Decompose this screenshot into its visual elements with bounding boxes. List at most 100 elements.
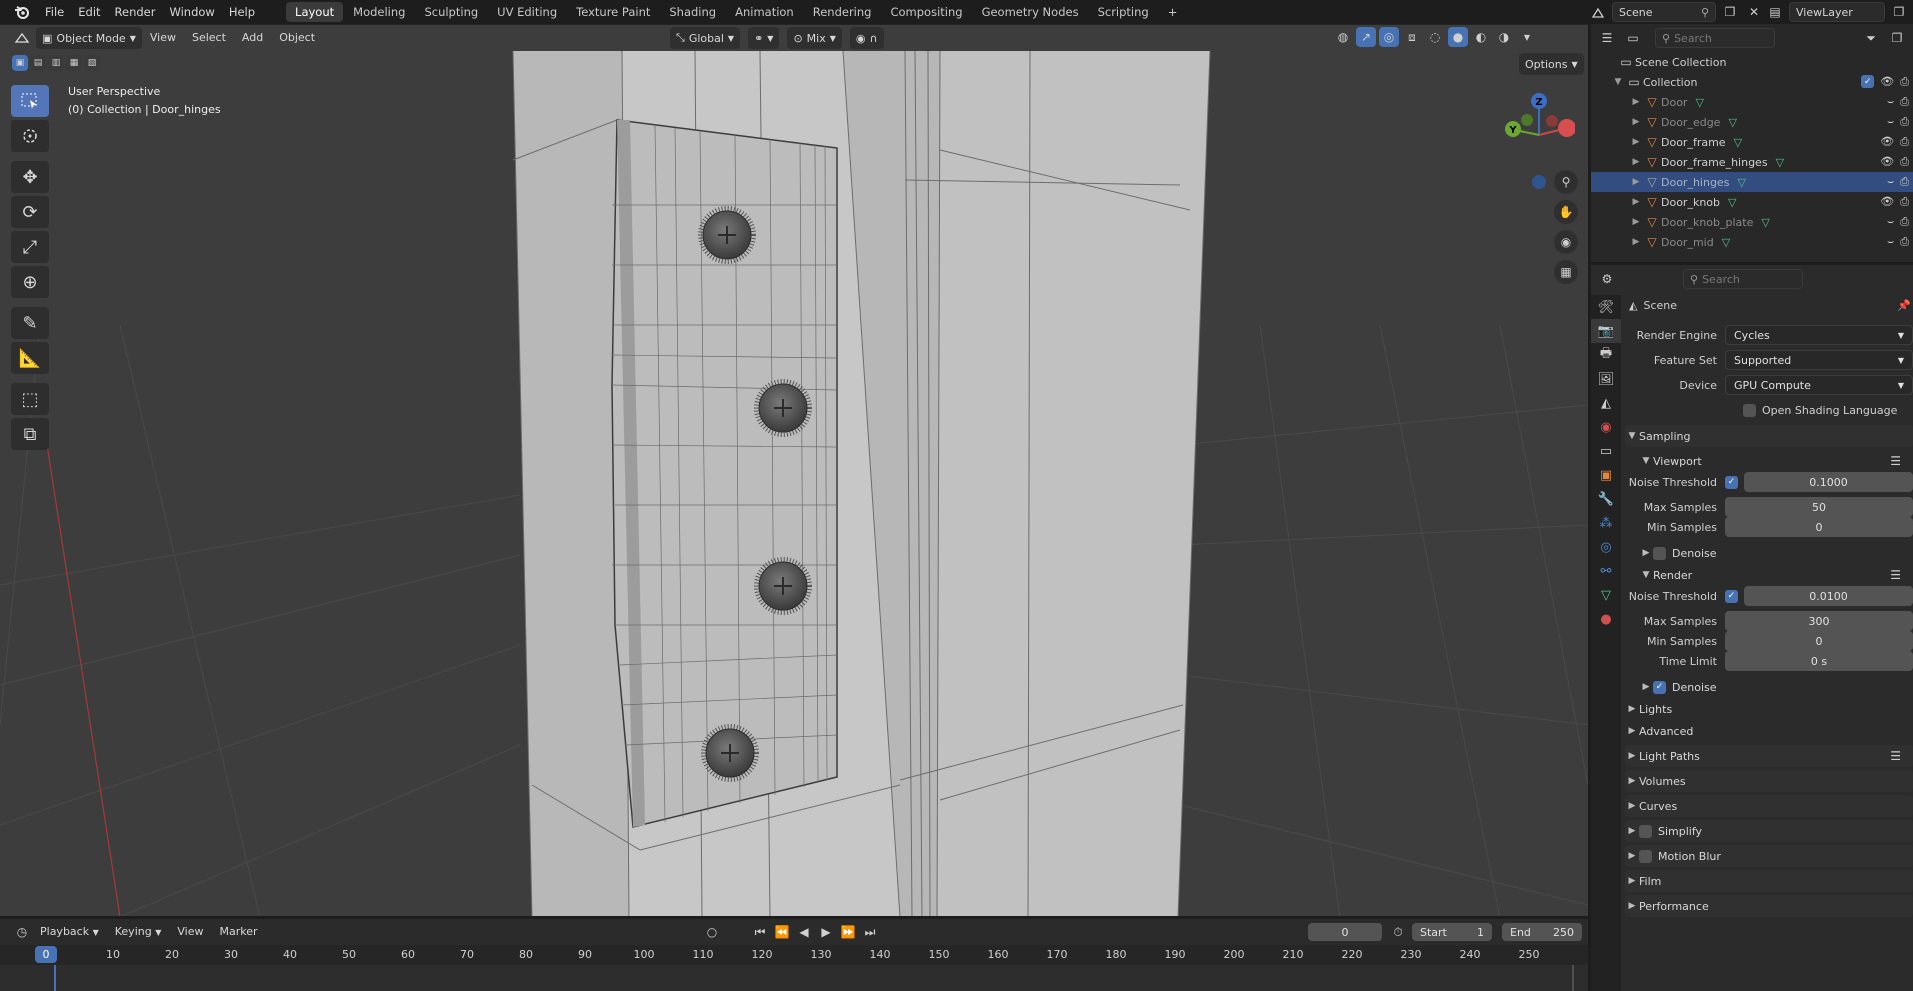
r-noise-threshold-field[interactable]: 0.0100 [1744,586,1913,606]
outliner-item-door-frame[interactable]: ▶ ▽ Door_frame ▽ 👁 ⎙ [1591,132,1913,152]
tab-modeling[interactable]: Modeling [344,2,414,22]
viewlayer-icon[interactable]: ▤ [1765,2,1785,22]
camera-icon[interactable]: ⎙ [1900,135,1909,149]
properties-search-field[interactable]: ⚲ Search [1683,269,1803,289]
volumes-panel-header[interactable]: ▶ Volumes [1625,770,1913,792]
collection-tab-icon[interactable]: ▭ [1591,439,1621,463]
editor-type-icon[interactable] [12,28,32,48]
outliner-editor-icon[interactable]: ☰ [1597,28,1617,48]
camera-icon[interactable]: ⎙ [1900,115,1909,129]
particles-tab-icon[interactable]: ⁂ [1591,511,1621,535]
jump-start-icon[interactable]: ⏮ [750,922,770,942]
add-cube-tool[interactable]: ⬚ [11,383,49,415]
film-panel-header[interactable]: ▶ Film [1625,870,1913,892]
camera-icon[interactable]: ⎙ [1900,175,1909,189]
presets-list-icon[interactable]: ☰ [1890,454,1901,468]
stopwatch-icon[interactable]: ⏱ [1388,922,1408,942]
wireframe-shading-icon[interactable]: ◌ [1425,27,1445,47]
tab-animation[interactable]: Animation [726,2,803,22]
camera-icon[interactable]: ⎙ [1900,235,1909,249]
select-extend-icon[interactable]: ▤ [30,55,46,71]
expand-right-icon[interactable]: ▶ [1629,137,1643,147]
properties-editor-icon[interactable]: ⚙ [1597,269,1617,289]
r-time-limit-field[interactable]: 0 s [1725,651,1913,671]
tab-shading[interactable]: Shading [660,2,725,22]
simplify-panel-header[interactable]: ▶ Simplify [1625,820,1913,842]
r-min-samples-field[interactable]: 0 [1725,631,1913,651]
expand-right-icon[interactable]: ▶ [1629,197,1643,207]
vp-noise-threshold-checkbox[interactable]: ✓ [1725,475,1738,489]
camera-icon[interactable]: ⎙ [1900,95,1909,109]
tab-layout[interactable]: Layout [286,2,344,22]
r-noise-threshold-checkbox[interactable]: ✓ [1725,589,1738,603]
expand-right-icon[interactable]: ▶ [1629,157,1643,167]
start-frame-field[interactable]: Start 1 [1412,923,1492,941]
output-tab-icon[interactable]: 🖶 [1591,343,1621,367]
new-viewlayer-icon[interactable]: ❐ [1889,2,1909,22]
timeline-tracks[interactable] [0,965,1588,991]
motion-blur-checkbox[interactable] [1639,849,1652,863]
menu-render[interactable]: Render [108,0,163,24]
curves-panel-header[interactable]: ▶ Curves [1625,795,1913,817]
collection-row[interactable]: ▼ ▭ Collection ✓ 👁 ⎙ [1591,72,1913,92]
viewlayer-name-field[interactable]: ViewLayer [1789,2,1885,22]
eye-closed-icon[interactable]: ⌣ [1887,215,1894,229]
outliner-item-door-hinges[interactable]: ▶ ▽ Door_hinges ▽ ⌣ ⎙ [1591,172,1913,192]
viewport-scene[interactable] [0,25,1588,916]
menu-timeline-view[interactable]: View [169,921,211,943]
tab-geometry-nodes[interactable]: Geometry Nodes [973,2,1088,22]
scene-icon[interactable] [1588,2,1608,22]
tab-sculpting[interactable]: Sculpting [415,2,487,22]
modifier-tab-icon[interactable]: 🔧 [1591,487,1621,511]
play-reverse-icon[interactable]: ◀ [794,922,814,942]
xray-icon[interactable]: ⧈ [1402,27,1422,47]
motion-blur-panel-header[interactable]: ▶ Motion Blur [1625,845,1913,867]
view-layer-tab-icon[interactable]: 🖼 [1591,367,1621,391]
mesh-data-icon[interactable]: ▽ [1728,116,1736,129]
r-denoise-subpanel-header[interactable]: ▶ ✓ Denoise [1625,676,1913,698]
tool-tab-icon[interactable]: 🛠 [1591,295,1621,319]
outliner-item-door[interactable]: ▶ ▽ Door ▽ ⌣ ⎙ [1591,92,1913,112]
eye-icon[interactable]: 👁 [1880,135,1894,149]
playhead[interactable]: 0 [35,946,57,963]
menu-add[interactable]: Add [234,27,271,49]
outliner-item-door-mid[interactable]: ▶ ▽ Door_mid ▽ ⌣ ⎙ [1591,232,1913,252]
expand-right-icon[interactable]: ▶ [1629,237,1643,247]
lights-subpanel-header[interactable]: ▶ Lights [1625,698,1913,720]
menu-keying[interactable]: Keying ▼ [107,921,170,944]
cursor-tool[interactable] [11,120,49,152]
viewport-subpanel-header[interactable]: ▼ Viewport ☰ [1625,450,1913,472]
eye-icon[interactable]: 👁 [1880,75,1894,89]
simplify-checkbox[interactable] [1639,824,1652,838]
pivot-dropdown[interactable]: ⚭ ▼ [748,27,780,49]
material-tab-icon[interactable]: ● [1591,607,1621,631]
tab-texture-paint[interactable]: Texture Paint [567,2,659,22]
outliner-item-door-frame-hinges[interactable]: ▶ ▽ Door_frame_hinges ▽ 👁 ⎙ [1591,152,1913,172]
timeline-ruler[interactable]: 10 20 30 40 50 60 70 80 90 100 110 120 1… [0,945,1588,965]
expand-right-icon[interactable]: ▶ [1629,117,1643,127]
world-tab-icon[interactable]: ◉ [1591,415,1621,439]
r-denoise-checkbox[interactable]: ✓ [1653,680,1666,694]
exclude-checkbox[interactable]: ✓ [1861,75,1875,88]
prev-keyframe-icon[interactable]: ⏪ [772,922,792,942]
osl-checkbox[interactable] [1743,403,1756,417]
mesh-data-icon[interactable]: ▽ [1761,216,1769,229]
x-axis-handle[interactable] [1558,119,1575,137]
data-tab-icon[interactable]: ▽ [1591,583,1621,607]
mode-dropdown[interactable]: ▣ Object Mode ▼ [36,27,142,49]
performance-panel-header[interactable]: ▶ Performance [1625,895,1913,917]
visibility-icon[interactable]: ◍ [1333,27,1353,47]
tab-scripting[interactable]: Scripting [1089,2,1158,22]
measure-tool[interactable]: 📐 [11,342,49,374]
menu-select[interactable]: Select [184,27,234,49]
outliner-item-door-knob[interactable]: ▶ ▽ Door_knob ▽ 👁 ⎙ [1591,192,1913,212]
expand-down-icon[interactable]: ▼ [1611,77,1625,87]
mesh-data-icon[interactable]: ▽ [1734,136,1742,149]
zoom-icon[interactable]: ⚲ [1554,170,1578,194]
render-engine-dropdown[interactable]: Cycles ▼ [1725,325,1913,345]
menu-view[interactable]: View [142,27,184,49]
object-tab-icon[interactable]: ▣ [1591,463,1621,487]
neg-y-handle[interactable] [1521,114,1533,126]
camera-icon[interactable]: ⎙ [1900,195,1909,209]
menu-help[interactable]: Help [222,0,262,24]
